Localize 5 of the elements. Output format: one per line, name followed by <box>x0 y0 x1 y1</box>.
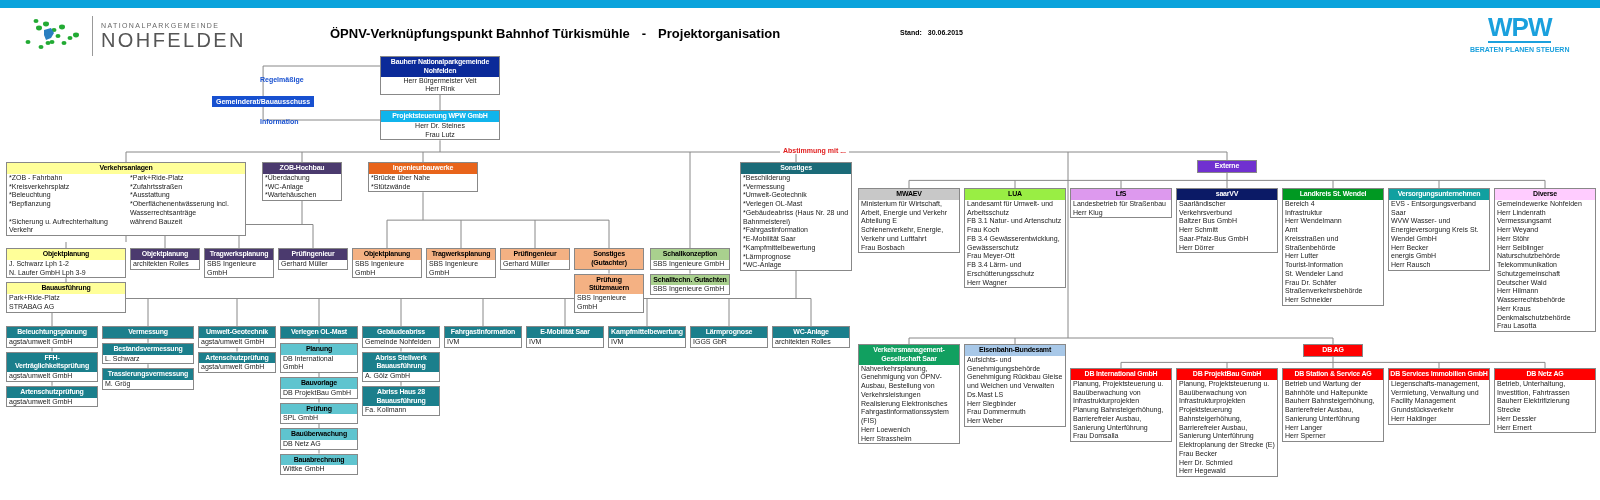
chart-subtitle: Projektorganisation <box>658 26 781 41</box>
wpw-logo: WPW <box>1488 14 1552 43</box>
chart-title: ÖPNV-Verknüpfungspunkt Bahnhof Türkismühle <box>330 26 630 41</box>
title-separator: - <box>641 26 647 41</box>
logo-name: NOHFELDEN <box>101 28 246 51</box>
